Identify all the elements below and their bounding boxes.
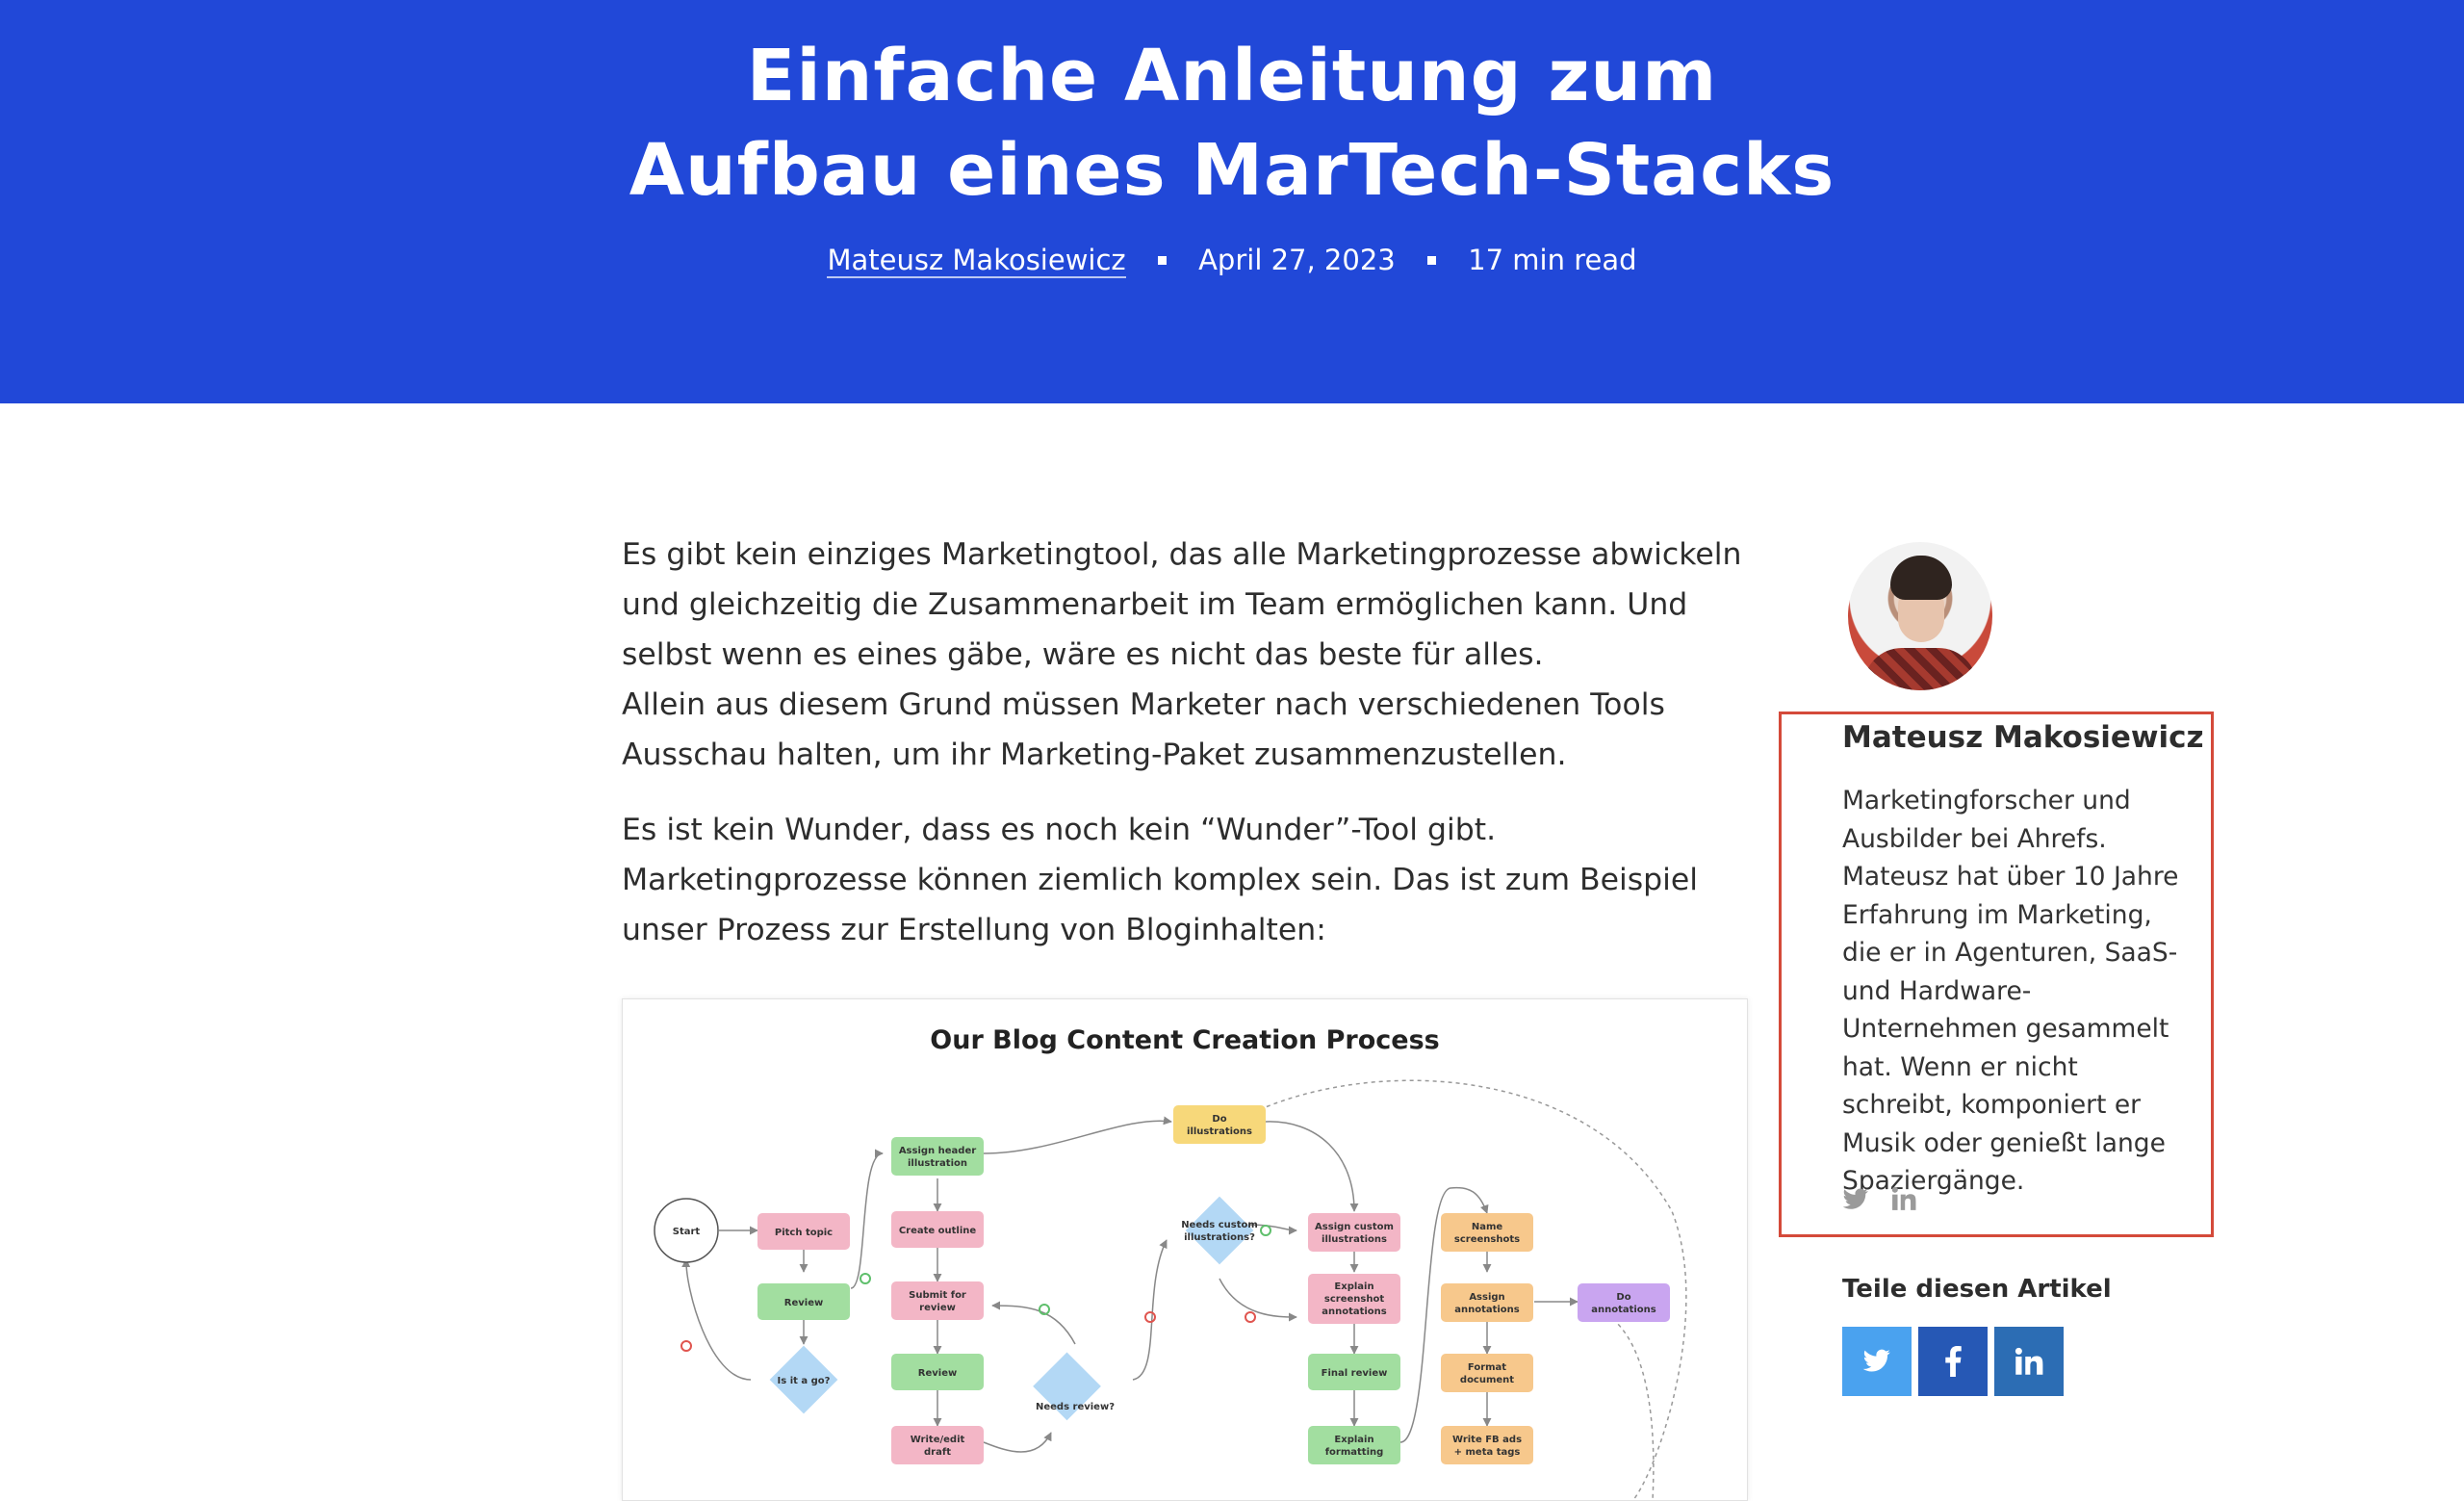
author-avatar[interactable] bbox=[1848, 542, 1992, 690]
svg-text:formatting: formatting bbox=[1325, 1447, 1384, 1458]
svg-text:Write FB ads: Write FB ads bbox=[1452, 1435, 1522, 1445]
twitter-icon bbox=[1862, 1349, 1890, 1372]
svg-text:Is it a go?: Is it a go? bbox=[778, 1376, 831, 1386]
article-body: Es gibt kein einziges Marketingtool, das… bbox=[622, 530, 1748, 980]
svg-text:Do: Do bbox=[1212, 1114, 1226, 1125]
meta-separator bbox=[1426, 255, 1436, 265]
svg-text:Review: Review bbox=[918, 1368, 957, 1379]
article-paragraph: Es gibt kein einziges Marketingtool, das… bbox=[622, 530, 1748, 780]
article-paragraph: Es ist kein Wunder, dass es noch kein “W… bbox=[622, 813, 1699, 947]
linkedin-icon bbox=[2015, 1347, 2043, 1375]
author-social-links bbox=[1842, 1186, 1930, 1218]
svg-text:Assign custom: Assign custom bbox=[1315, 1222, 1394, 1232]
facebook-icon bbox=[1945, 1346, 1962, 1377]
paragraph-text: Allein aus diesem Grund müssen Marketer … bbox=[622, 687, 1665, 772]
avatar-shirt bbox=[1863, 648, 1977, 690]
svg-text:Explain: Explain bbox=[1334, 1435, 1373, 1445]
svg-text:Assign header: Assign header bbox=[899, 1146, 976, 1156]
author-bio: Marketingforscher und Ausbilder bei Ahre… bbox=[1842, 786, 2179, 1196]
svg-text:Review: Review bbox=[784, 1298, 823, 1308]
svg-text:annotations: annotations bbox=[1454, 1305, 1520, 1315]
svg-text:illustrations?: illustrations? bbox=[1184, 1232, 1255, 1243]
svg-text:screenshot: screenshot bbox=[1324, 1294, 1384, 1305]
svg-text:Explain: Explain bbox=[1334, 1281, 1373, 1292]
svg-text:illustration: illustration bbox=[908, 1158, 967, 1169]
svg-text:Submit for: Submit for bbox=[909, 1290, 966, 1301]
svg-text:Format: Format bbox=[1468, 1362, 1506, 1373]
svg-text:review: review bbox=[919, 1303, 956, 1313]
author-link[interactable]: Mateusz Makosiewicz bbox=[827, 244, 1126, 278]
publish-date: April 27, 2023 bbox=[1198, 244, 1396, 276]
article-hero: Einfache Anleitung zum Aufbau eines MarT… bbox=[0, 0, 2464, 403]
paragraph-text: Es gibt kein einziges Marketingtool, das… bbox=[622, 537, 1742, 672]
share-label: Teile diesen Artikel bbox=[1842, 1275, 2112, 1304]
author-name[interactable]: Mateusz Makosiewicz bbox=[1842, 720, 2204, 755]
article-title: Einfache Anleitung zum Aufbau eines MarT… bbox=[0, 29, 2464, 218]
article-meta: Mateusz Makosiewicz April 27, 2023 17 mi… bbox=[0, 237, 2464, 281]
svg-text:Pitch topic: Pitch topic bbox=[775, 1228, 833, 1238]
read-time: 17 min read bbox=[1468, 244, 1637, 276]
process-diagram[interactable]: Our Blog Content Creation Process Start … bbox=[622, 998, 1748, 1501]
svg-text:annotations: annotations bbox=[1591, 1305, 1656, 1315]
svg-text:Assign: Assign bbox=[1469, 1292, 1504, 1303]
svg-text:illustrations: illustrations bbox=[1187, 1126, 1252, 1137]
svg-text:screenshots: screenshots bbox=[1454, 1234, 1520, 1245]
svg-text:Needs review?: Needs review? bbox=[1036, 1402, 1115, 1412]
svg-text:+ meta tags: + meta tags bbox=[1454, 1447, 1521, 1458]
svg-text:Write/edit: Write/edit bbox=[911, 1435, 965, 1445]
svg-text:illustrations: illustrations bbox=[1322, 1234, 1387, 1245]
linkedin-icon[interactable] bbox=[1891, 1186, 1916, 1218]
avatar-hair bbox=[1890, 556, 1952, 600]
twitter-icon[interactable] bbox=[1842, 1186, 1878, 1218]
svg-text:Needs custom: Needs custom bbox=[1181, 1220, 1258, 1230]
svg-text:annotations: annotations bbox=[1322, 1307, 1387, 1317]
title-line-2: Aufbau eines MarTech-Stacks bbox=[629, 129, 1835, 212]
share-facebook-button[interactable] bbox=[1918, 1327, 1988, 1396]
svg-text:Final review: Final review bbox=[1322, 1368, 1388, 1379]
svg-text:Name: Name bbox=[1472, 1222, 1503, 1232]
flowchart: Start Pitch topic Review Is it a go? Ass… bbox=[654, 1079, 1687, 1500]
share-linkedin-button[interactable] bbox=[1994, 1327, 2064, 1396]
svg-text:document: document bbox=[1460, 1375, 1514, 1385]
svg-text:Create outline: Create outline bbox=[899, 1226, 977, 1236]
svg-text:Start: Start bbox=[673, 1227, 701, 1237]
title-line-1: Einfache Anleitung zum bbox=[746, 35, 1718, 117]
svg-text:draft: draft bbox=[924, 1447, 951, 1458]
meta-separator bbox=[1157, 255, 1167, 265]
share-twitter-button[interactable] bbox=[1842, 1327, 1912, 1396]
svg-text:Do: Do bbox=[1616, 1292, 1630, 1303]
